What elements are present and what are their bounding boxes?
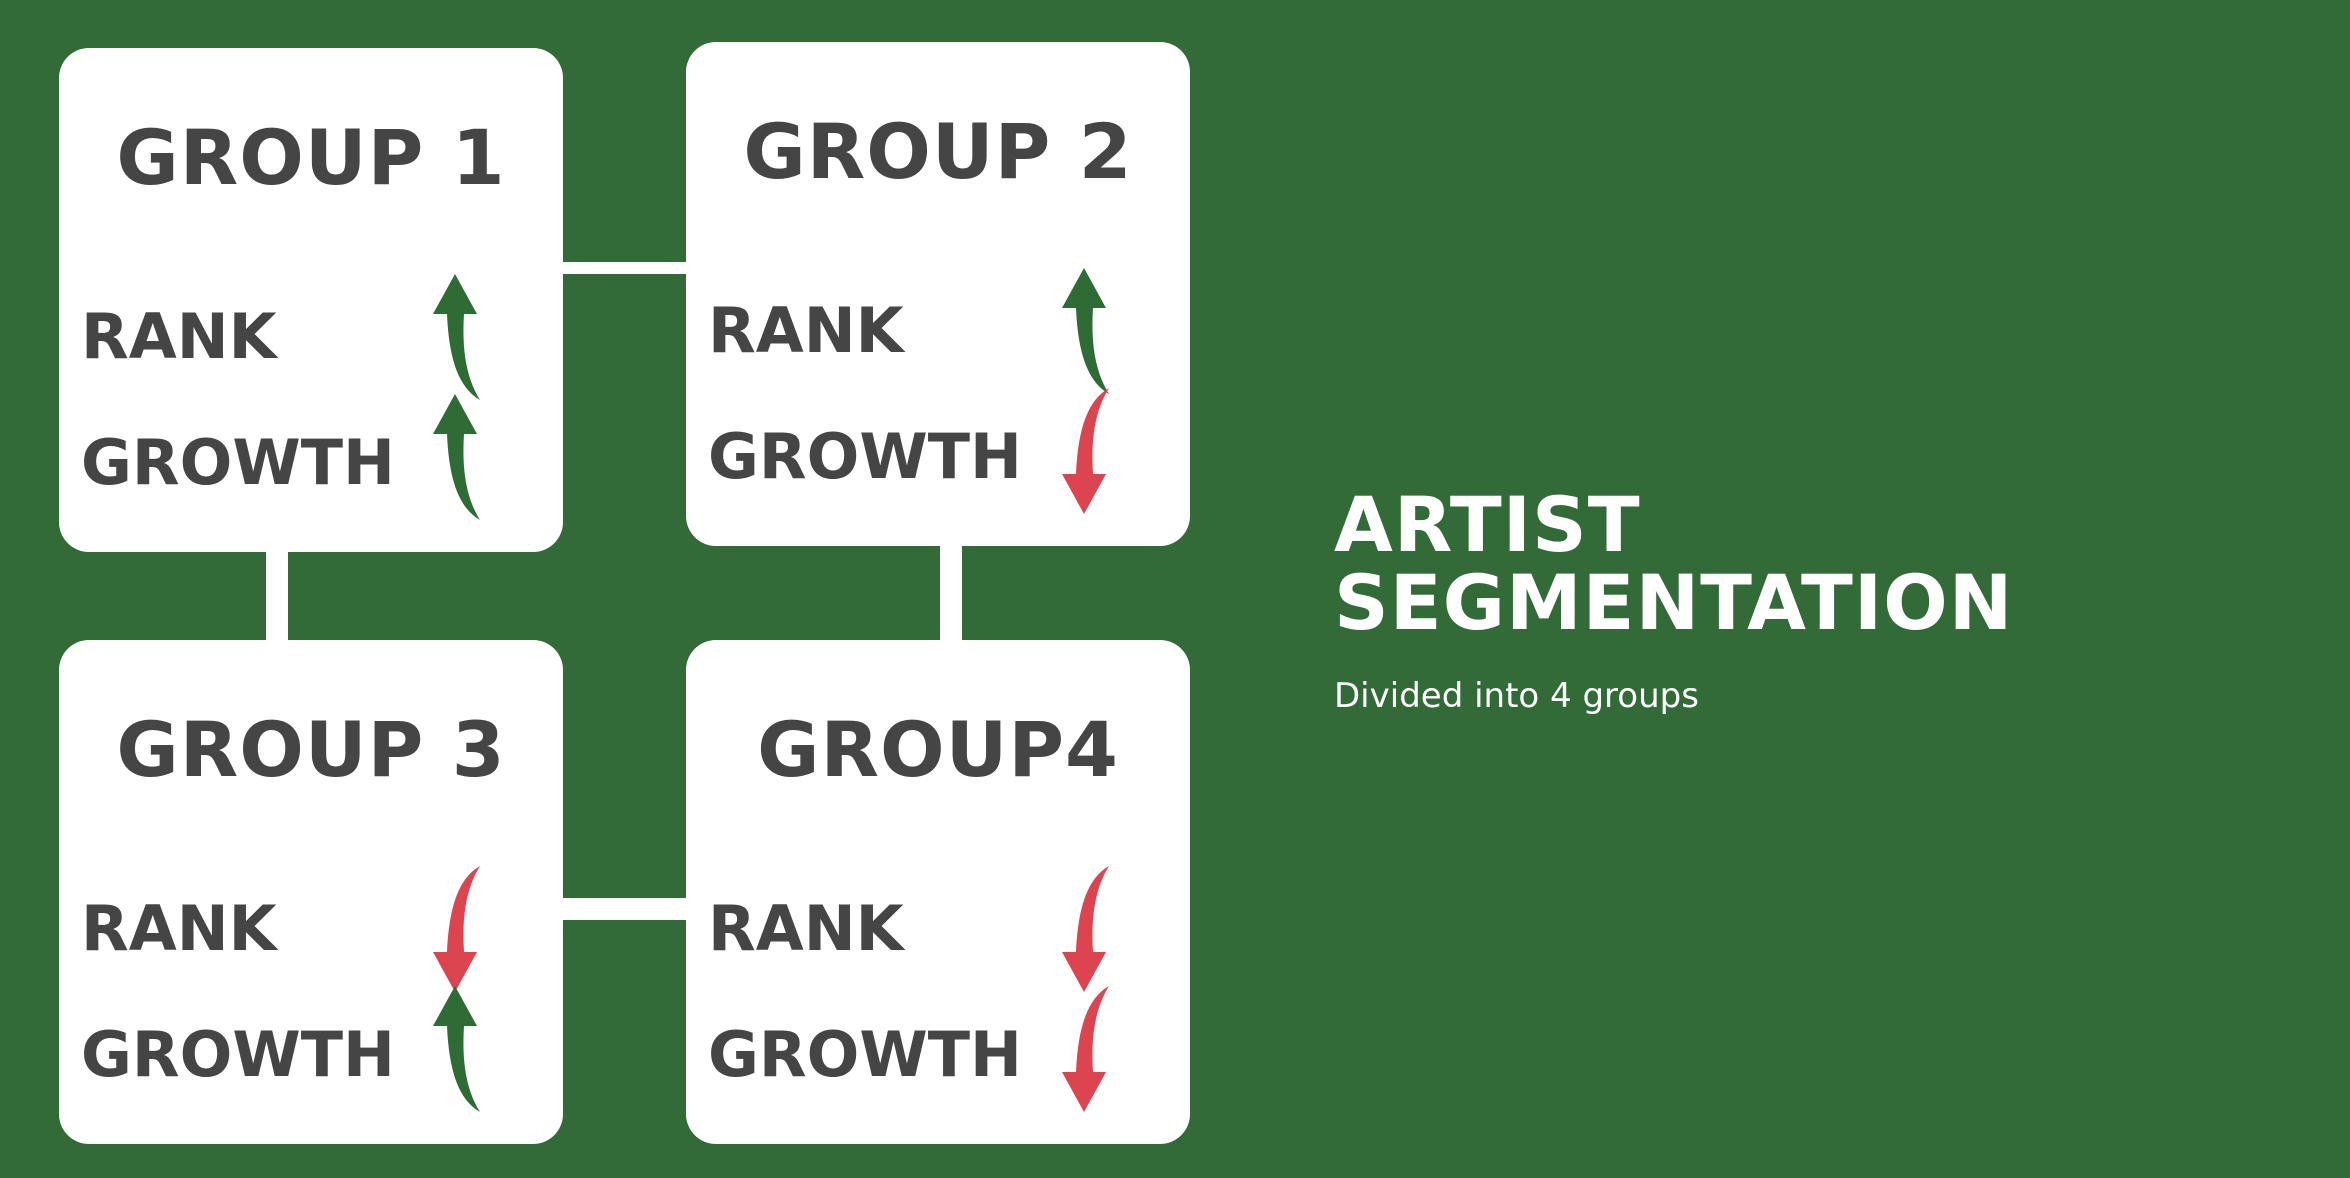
group-title: GROUP 3: [116, 705, 506, 794]
group-title: GROUP 2: [743, 107, 1133, 196]
metric-label-growth: GROWTH: [708, 1018, 1022, 1091]
group-title: GROUP4: [757, 705, 1119, 794]
connector-group1-group2: [560, 262, 690, 274]
group-title: GROUP 1: [116, 113, 506, 202]
page-title-line-2: SEGMENTATION: [1334, 558, 2014, 647]
group-card-3: GROUP 3 RANK GROWTH: [59, 640, 563, 1144]
arrow-up-shape: [433, 986, 480, 1112]
arrow-up-icon: [433, 394, 480, 520]
connector-group1-group3: [266, 548, 288, 642]
arrow-up-icon: [433, 274, 480, 400]
arrow-down-shape: [1062, 986, 1109, 1112]
arrow-up-shape: [433, 274, 480, 400]
connector-group3-group4: [560, 898, 690, 920]
metric-label-growth: GROWTH: [708, 420, 1022, 493]
group-card-1: GROUP 1 RANK GROWTH: [59, 48, 563, 552]
arrow-down-icon: [1062, 986, 1109, 1112]
page-title: ARTIST SEGMENTATION: [1334, 486, 2013, 642]
metric-label-rank: RANK: [81, 892, 277, 965]
arrow-up-shape: [1062, 268, 1109, 394]
arrow-up-icon: [1062, 268, 1109, 394]
arrow-up-shape: [433, 394, 480, 520]
page-subtitle: Divided into 4 groups: [1334, 676, 1699, 716]
connector-group2-group4: [940, 540, 962, 642]
metric-label-rank: RANK: [81, 300, 277, 373]
metric-label-rank: RANK: [708, 294, 904, 367]
metric-label-growth: GROWTH: [81, 426, 395, 499]
arrow-down-shape: [1062, 388, 1109, 514]
arrow-down-shape: [433, 866, 480, 992]
arrow-down-icon: [1062, 388, 1109, 514]
metric-label-rank: RANK: [708, 892, 904, 965]
group-card-4: GROUP4 RANK GROWTH: [686, 640, 1190, 1144]
arrow-down-icon: [1062, 866, 1109, 992]
group-card-2: GROUP 2 RANK GROWTH: [686, 42, 1190, 546]
arrow-down-shape: [1062, 866, 1109, 992]
metric-label-growth: GROWTH: [81, 1018, 395, 1091]
page-title-line-1: ARTIST: [1334, 480, 1641, 569]
arrow-down-icon: [433, 866, 480, 992]
arrow-up-icon: [433, 986, 480, 1112]
